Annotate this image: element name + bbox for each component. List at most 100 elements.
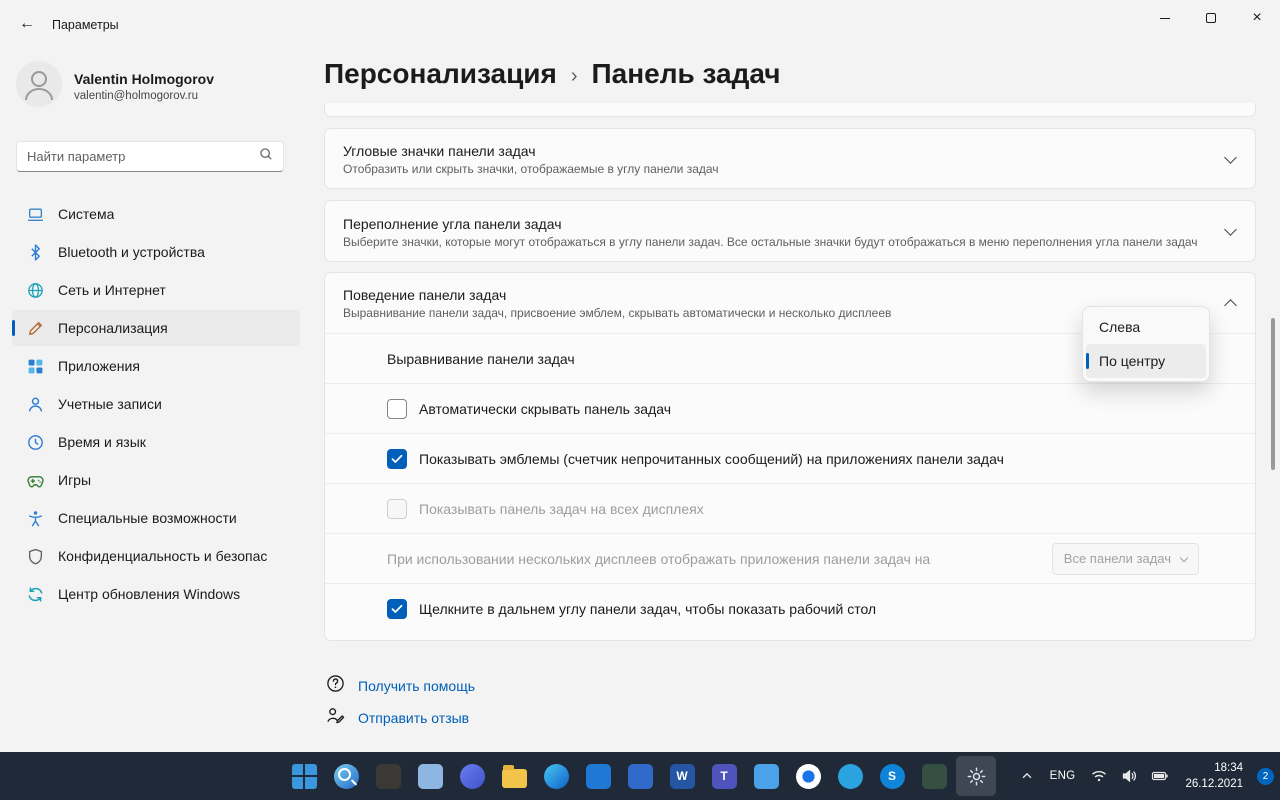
app-icon-dark[interactable] (368, 756, 408, 796)
mail-icon[interactable] (620, 756, 660, 796)
system-icon (26, 206, 44, 223)
wifi-icon[interactable] (1086, 768, 1112, 784)
all-displays-row: Показывать панель задач на всех дисплеях (325, 483, 1255, 533)
card-title: Угловые значки панели задач (343, 143, 1226, 159)
sidebar-item-time-language[interactable]: Время и язык (12, 424, 300, 460)
skype-icon[interactable]: S (872, 756, 912, 796)
breadcrumb: Персонализация › Панель задач (324, 58, 781, 90)
badges-checkbox[interactable] (387, 449, 407, 469)
sidebar-item-bluetooth[interactable]: Bluetooth и устройства (12, 234, 300, 270)
get-help-label: Получить помощь (358, 678, 475, 694)
word-icon[interactable]: W (662, 756, 702, 796)
close-button[interactable]: × (1234, 0, 1280, 36)
sidebar-item-label: Персонализация (58, 320, 168, 336)
bluetooth-icon (26, 244, 44, 261)
taskbar-apps: WT S (284, 756, 996, 796)
scrollbar-thumb[interactable] (1271, 318, 1275, 470)
all-displays-checkbox (387, 499, 407, 519)
multi-display-select-value: Все панели задач (1064, 551, 1171, 566)
chrome-icon[interactable] (788, 756, 828, 796)
auto-hide-label: Автоматически скрывать панель задач (419, 401, 671, 417)
auto-hide-row: Автоматически скрывать панель задач (325, 383, 1255, 433)
send-feedback-label: Отправить отзыв (358, 710, 469, 726)
apps-icon (26, 358, 44, 375)
minimize-button[interactable] (1142, 0, 1188, 36)
app-title: Параметры (52, 18, 119, 32)
multi-display-row: При использовании нескольких дисплеев от… (325, 533, 1255, 583)
search-box[interactable] (16, 141, 284, 172)
far-corner-checkbox[interactable] (387, 599, 407, 619)
app-icon-green[interactable] (914, 756, 954, 796)
system-tray: ENG 18:34 26.12.2021 2 (1015, 752, 1274, 800)
battery-icon[interactable] (1146, 768, 1174, 784)
network-icon (26, 282, 44, 299)
multi-display-select: Все панели задач (1052, 543, 1199, 575)
sidebar-item-label: Конфиденциальность и безопас (58, 548, 267, 564)
send-feedback-link[interactable]: Отправить отзыв (326, 706, 469, 730)
all-displays-label: Показывать панель задач на всех дисплеях (419, 501, 704, 517)
get-help-link[interactable]: Получить помощь (326, 674, 475, 698)
dropdown-option-label: Слева (1099, 319, 1140, 335)
widgets-icon[interactable] (452, 756, 492, 796)
telegram-icon[interactable] (830, 756, 870, 796)
sidebar-item-label: Центр обновления Windows (58, 586, 240, 602)
sidebar-item-label: Приложения (58, 358, 140, 374)
card-title: Переполнение угла панели задач (343, 216, 1226, 232)
accounts-icon (26, 396, 44, 413)
profile[interactable]: Valentin Holmogorov valentin@holmogorov.… (16, 61, 214, 112)
tray-chevron-up-icon[interactable] (1015, 769, 1039, 783)
sidebar-item-gaming[interactable]: Игры (12, 462, 300, 498)
dropdown-option-left[interactable]: Слева (1086, 310, 1206, 344)
sidebar-item-label: Учетные записи (58, 396, 162, 412)
time-language-icon (26, 434, 44, 451)
search-input[interactable] (27, 149, 259, 164)
feedback-icon (326, 706, 345, 730)
taskbar-corner-overflow-header[interactable]: Переполнение угла панели задач Выберите … (325, 201, 1255, 263)
maximize-button[interactable] (1188, 0, 1234, 36)
taskbar-corner-icons-header[interactable]: Угловые значки панели задач Отобразить и… (325, 129, 1255, 190)
task-view-icon[interactable] (410, 756, 450, 796)
sidebar-item-privacy[interactable]: Конфиденциальность и безопас (12, 538, 300, 574)
store-icon[interactable] (578, 756, 618, 796)
personalization-icon (26, 320, 44, 337)
notification-badge[interactable]: 2 (1257, 768, 1274, 785)
teams-icon[interactable]: T (704, 756, 744, 796)
maximize-icon (1206, 13, 1216, 23)
back-button[interactable]: ← (12, 10, 42, 38)
edge-icon[interactable] (536, 756, 576, 796)
taskbar: WT S ENG 18:34 26.12.2021 2 (0, 752, 1280, 800)
card-title: Поведение панели задач (343, 287, 1226, 303)
sidebar-item-network[interactable]: Сеть и Интернет (12, 272, 300, 308)
windows-update-icon (26, 586, 44, 603)
auto-hide-checkbox[interactable] (387, 399, 407, 419)
dropdown-option-center[interactable]: По центру (1086, 344, 1206, 378)
language-indicator[interactable]: ENG (1043, 770, 1083, 782)
sidebar-item-personalization[interactable]: Персонализация (12, 310, 300, 346)
badges-row: Показывать эмблемы (счетчик непрочитанны… (325, 433, 1255, 483)
settings-gear-icon[interactable] (956, 756, 996, 796)
sidebar-item-system[interactable]: Система (12, 196, 300, 232)
start-button[interactable] (284, 756, 324, 796)
sidebar-item-windows-update[interactable]: Центр обновления Windows (12, 576, 300, 612)
chevron-down-icon (1224, 223, 1237, 236)
profile-name: Valentin Holmogorov (74, 71, 214, 87)
chevron-down-icon (1180, 553, 1188, 561)
sidebar-item-apps[interactable]: Приложения (12, 348, 300, 384)
far-corner-row: Щелкните в дальнем углу панели задач, чт… (325, 583, 1255, 633)
photos-icon[interactable] (746, 756, 786, 796)
clock[interactable]: 18:34 26.12.2021 (1178, 760, 1250, 792)
close-icon: × (1252, 10, 1261, 26)
avatar (16, 61, 62, 112)
page-title: Панель задач (592, 58, 781, 90)
file-explorer-icon[interactable] (494, 756, 534, 796)
breadcrumb-parent[interactable]: Персонализация (324, 58, 557, 90)
volume-icon[interactable] (1116, 768, 1142, 784)
window-controls: × (1142, 0, 1280, 36)
sidebar-item-accessibility[interactable]: Специальные возможности (12, 500, 300, 536)
card-subtitle: Выберите значки, которые могут отображат… (343, 235, 1226, 249)
sidebar: Valentin Holmogorov valentin@holmogorov.… (0, 48, 312, 752)
search-icon[interactable] (326, 756, 366, 796)
sidebar-item-accounts[interactable]: Учетные записи (12, 386, 300, 422)
minimize-icon (1160, 18, 1170, 19)
help-icon (326, 674, 345, 698)
